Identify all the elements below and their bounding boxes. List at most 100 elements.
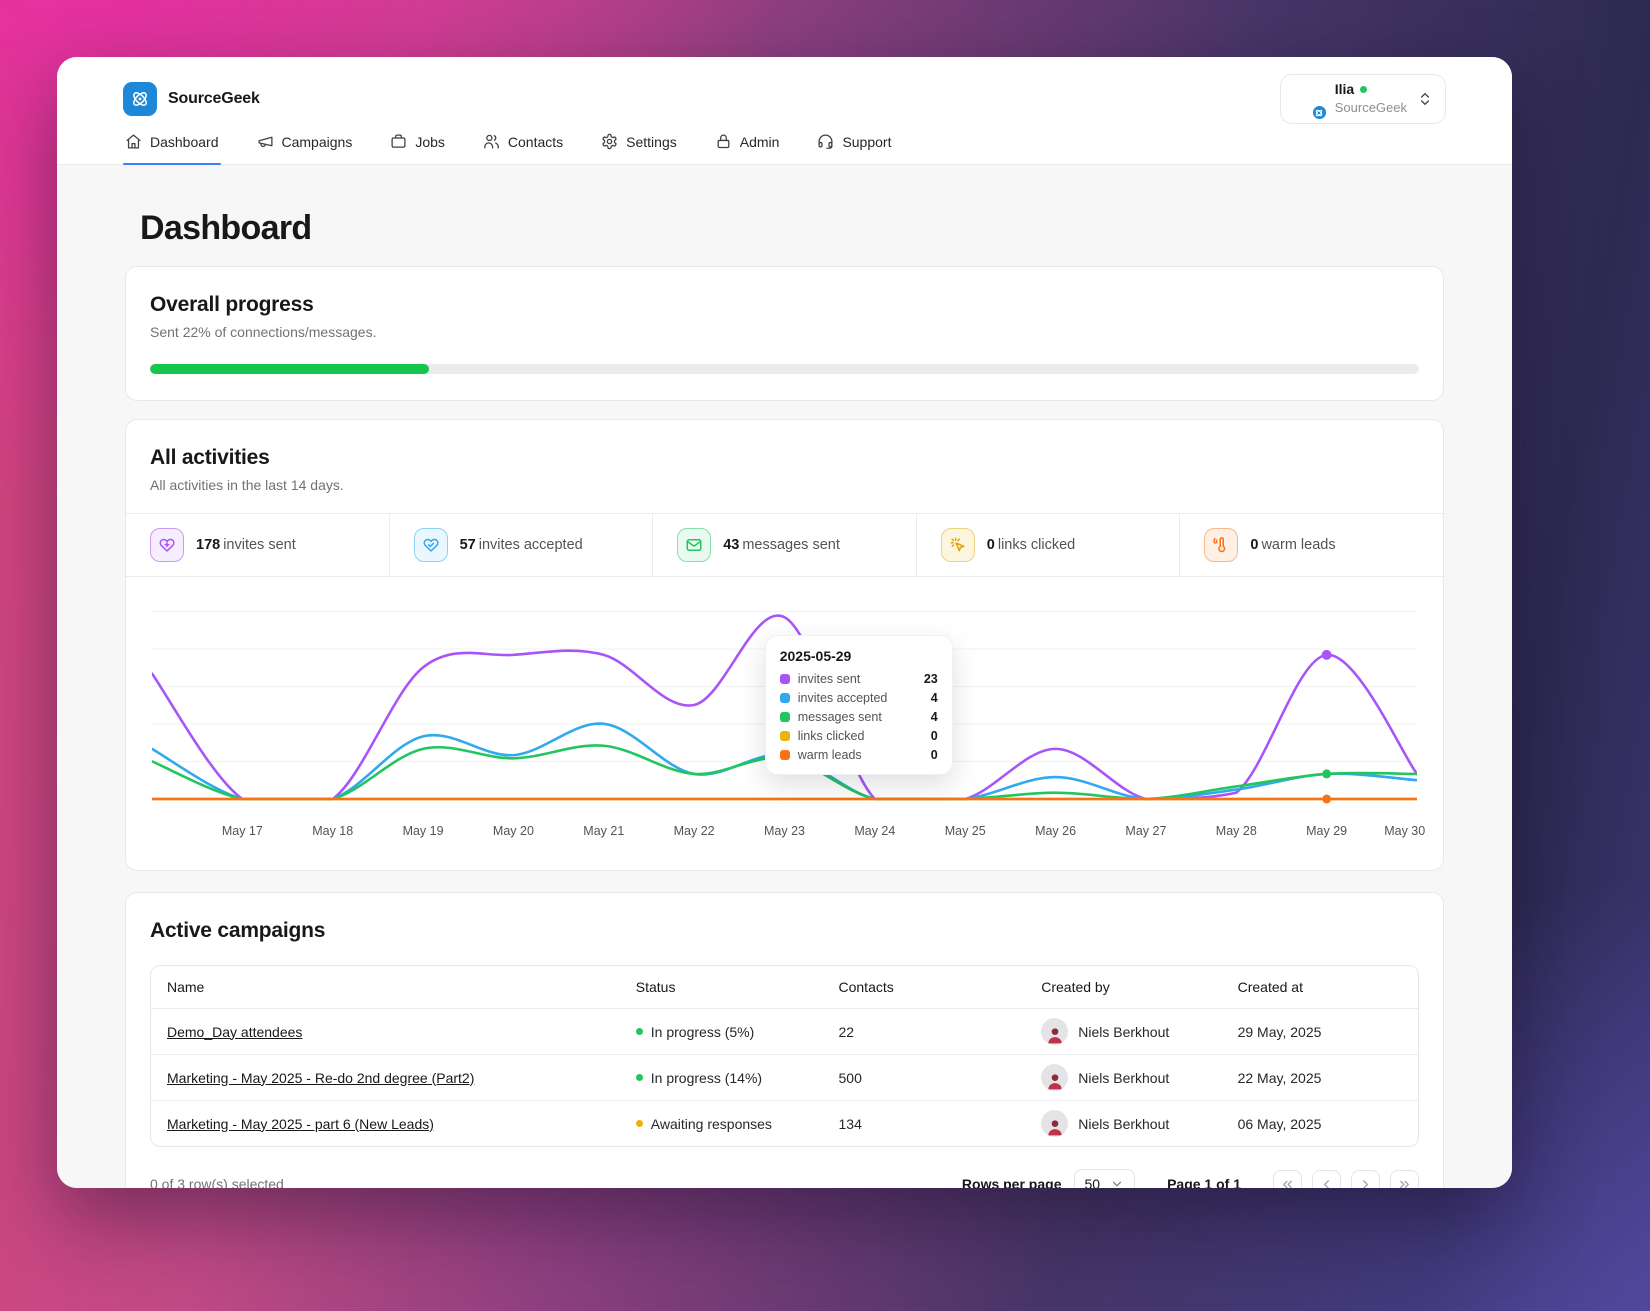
series-swatch <box>779 712 790 722</box>
nav-tab-campaigns[interactable]: Campaigns <box>255 133 355 164</box>
campaign-link[interactable]: Marketing - May 2025 - Re-do 2nd degree … <box>167 1070 474 1086</box>
nav-tab-jobs[interactable]: Jobs <box>388 133 447 164</box>
activity-stats-row: 178 invites sent 57 invites accepted 43 mes… <box>126 513 1443 577</box>
stat-messages-sent: 43 messages sent <box>652 514 916 576</box>
tooltip-row: messages sent 4 <box>779 710 938 724</box>
tooltip-row: warm leads 0 <box>779 748 938 762</box>
tooltip-row: links clicked 0 <box>779 729 938 743</box>
x-axis-label: May 22 <box>673 824 715 838</box>
stat-label: invites accepted <box>478 537 583 553</box>
stat-label: messages sent <box>742 537 840 553</box>
stat-warm-leads: 0 warm leads <box>1179 514 1443 576</box>
status-text: Awaiting responses <box>650 1115 772 1132</box>
series-swatch <box>779 750 790 760</box>
stat-invites-accepted: 57 invites accepted <box>388 514 653 576</box>
megaphone-icon <box>257 136 273 148</box>
all-activities-subtitle: All activities in the last 14 days. <box>150 477 344 493</box>
x-axis-label: May 30 <box>1384 824 1426 838</box>
x-axis-label: May 20 <box>492 824 534 838</box>
nav-tab-label: Dashboard <box>150 133 219 150</box>
campaign-link[interactable]: Demo_Day attendees <box>167 1024 302 1040</box>
x-axis-label: May 26 <box>1035 824 1077 838</box>
nav-tab-contacts[interactable]: Contacts <box>481 133 565 164</box>
user-menu[interactable]: Ilia SourceGeek <box>1279 74 1446 124</box>
rows-per-page-select[interactable]: 50 <box>1073 1169 1136 1188</box>
stat-links-clicked: 0 links clicked <box>915 514 1180 576</box>
creator-avatar <box>1041 1110 1069 1137</box>
status-dot <box>635 1028 643 1035</box>
pagination <box>1273 1169 1419 1188</box>
overall-progress-card: Overall progress Sent 22% of connections… <box>125 266 1444 401</box>
tooltip-label: messages sent <box>797 710 882 724</box>
next-page-button[interactable] <box>1351 1169 1380 1188</box>
table-row[interactable]: Marketing - May 2025 - Re-do 2nd degree … <box>151 1054 1418 1101</box>
column-header-created-at: Created at <box>1221 966 1418 1009</box>
status-text: In progress (5%) <box>650 1023 755 1040</box>
all-activities-card: All activities All activities in the las… <box>125 419 1444 871</box>
nav-tab-settings[interactable]: Settings <box>599 133 679 164</box>
series-swatch <box>779 674 790 684</box>
first-page-button[interactable] <box>1273 1169 1302 1188</box>
stat-value: 43 <box>723 537 740 553</box>
creator-name: Niels Berkhout <box>1078 1069 1170 1086</box>
table-row[interactable]: Marketing - May 2025 - part 6 (New Leads… <box>151 1101 1418 1147</box>
sourcegeek-badge-icon <box>1310 104 1328 121</box>
created-at: 22 May, 2025 <box>1221 1054 1418 1101</box>
app-window: SourceGeek Ilia SourceGeek Dashboard Cam… <box>57 57 1512 1188</box>
table-row[interactable]: Demo_Day attendees In progress (5%) 22 N… <box>151 1008 1418 1055</box>
online-status-dot <box>1360 85 1368 93</box>
user-avatar <box>1287 80 1328 121</box>
creator-name: Niels Berkhout <box>1078 1023 1170 1040</box>
briefcase-icon <box>391 134 406 148</box>
highlight-dot-messages-sent <box>1322 769 1332 779</box>
main-nav: Dashboard Campaigns Jobs Contacts Settin… <box>123 133 1446 165</box>
mail-check-icon <box>677 528 712 562</box>
creator-avatar <box>1041 1064 1069 1091</box>
x-axis-label: May 19 <box>402 824 444 838</box>
selection-summary: 0 of 3 row(s) selected <box>150 1176 284 1188</box>
overall-progress-title: Overall progress <box>150 293 314 316</box>
column-header-status: Status <box>619 966 823 1009</box>
created-at: 29 May, 2025 <box>1221 1008 1418 1055</box>
column-header-created-by: Created by <box>1025 966 1222 1009</box>
nav-tab-label: Jobs <box>415 133 445 150</box>
page-title: Dashboard <box>140 209 312 247</box>
stat-label: invites sent <box>223 537 296 553</box>
tooltip-row: invites sent 23 <box>779 672 938 686</box>
chevrons-left-icon <box>1283 1180 1292 1188</box>
tooltip-value: 0 <box>930 729 938 743</box>
tooltip-label: warm leads <box>797 748 862 762</box>
x-axis-label: May 21 <box>583 824 625 838</box>
table-footer: 0 of 3 row(s) selected Rows per page 50 … <box>150 1169 1419 1188</box>
stat-invites-sent: 178 invites sent <box>126 514 389 576</box>
chevrons-up-down-icon <box>1417 91 1433 107</box>
activities-chart-area: May 17 May 18 May 19 May 20 May 21 May 22 May … <box>126 577 1443 860</box>
nav-tab-support[interactable]: Support <box>815 133 893 164</box>
brand-name: SourceGeek <box>168 90 260 107</box>
last-page-button[interactable] <box>1390 1169 1419 1188</box>
app-header: SourceGeek Ilia SourceGeek Dashboard Cam… <box>57 57 1512 165</box>
users-icon <box>484 134 499 149</box>
rows-per-page-value: 50 <box>1084 1176 1101 1188</box>
stat-label: warm leads <box>1261 537 1336 553</box>
previous-page-button[interactable] <box>1312 1169 1341 1188</box>
highlight-dot-warm-leads <box>1322 794 1332 804</box>
page-indicator: Page 1 of 1 <box>1167 1176 1241 1188</box>
gear-icon <box>602 133 617 150</box>
nav-tab-label: Admin <box>739 133 780 150</box>
chevron-down-icon <box>1112 1181 1122 1187</box>
campaign-link[interactable]: Marketing - May 2025 - part 6 (New Leads… <box>167 1116 434 1132</box>
stat-value: 0 <box>1250 537 1259 553</box>
chart-tooltip: 2025-05-29 invites sent 23 invites accep… <box>764 635 953 775</box>
stat-value: 57 <box>459 537 476 553</box>
tooltip-value: 0 <box>930 748 938 762</box>
tooltip-date: 2025-05-29 <box>779 648 852 664</box>
active-campaigns-title: Active campaigns <box>150 919 326 942</box>
tooltip-row: invites accepted 4 <box>779 691 938 705</box>
campaigns-table: Name Status Contacts Created by Created … <box>150 965 1419 1147</box>
x-axis-label: May 25 <box>944 824 986 838</box>
nav-tab-admin[interactable]: Admin <box>713 133 782 164</box>
heart-check-icon <box>413 528 448 562</box>
page-content: Dashboard Overall progress Sent 22% of c… <box>57 165 1512 1188</box>
nav-tab-dashboard[interactable]: Dashboard <box>123 133 221 165</box>
